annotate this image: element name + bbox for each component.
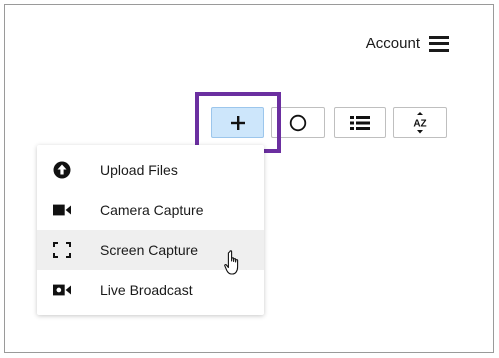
menu-item-label: Camera Capture — [100, 202, 204, 218]
sort-button[interactable]: AZ — [393, 107, 447, 138]
circle-icon — [289, 114, 307, 131]
menu-item-live-broadcast[interactable]: Live Broadcast — [37, 270, 264, 310]
account-menu[interactable]: Account — [366, 35, 449, 52]
upload-icon — [53, 161, 71, 179]
menu-item-label: Live Broadcast — [100, 282, 193, 298]
record-button[interactable] — [271, 107, 325, 138]
add-dropdown-menu: Upload Files Camera Capture Screen Captu… — [37, 145, 264, 315]
list-view-button[interactable] — [334, 107, 386, 138]
screen-capture-icon — [53, 241, 71, 259]
svg-text:AZ: AZ — [413, 118, 426, 129]
plus-icon — [230, 115, 245, 130]
sort-az-icon: AZ — [413, 111, 427, 133]
hamburger-menu-icon[interactable] — [429, 35, 449, 52]
live-broadcast-icon — [53, 281, 71, 299]
menu-item-label: Upload Files — [100, 162, 178, 178]
add-button[interactable] — [211, 107, 264, 138]
menu-item-upload-files[interactable]: Upload Files — [37, 150, 264, 190]
hand-pointer-cursor-icon — [224, 250, 239, 275]
menu-item-camera-capture[interactable]: Camera Capture — [37, 190, 264, 230]
list-icon — [350, 115, 370, 130]
account-label[interactable]: Account — [366, 35, 420, 52]
video-camera-icon — [53, 201, 71, 219]
menu-item-label: Screen Capture — [100, 242, 199, 258]
